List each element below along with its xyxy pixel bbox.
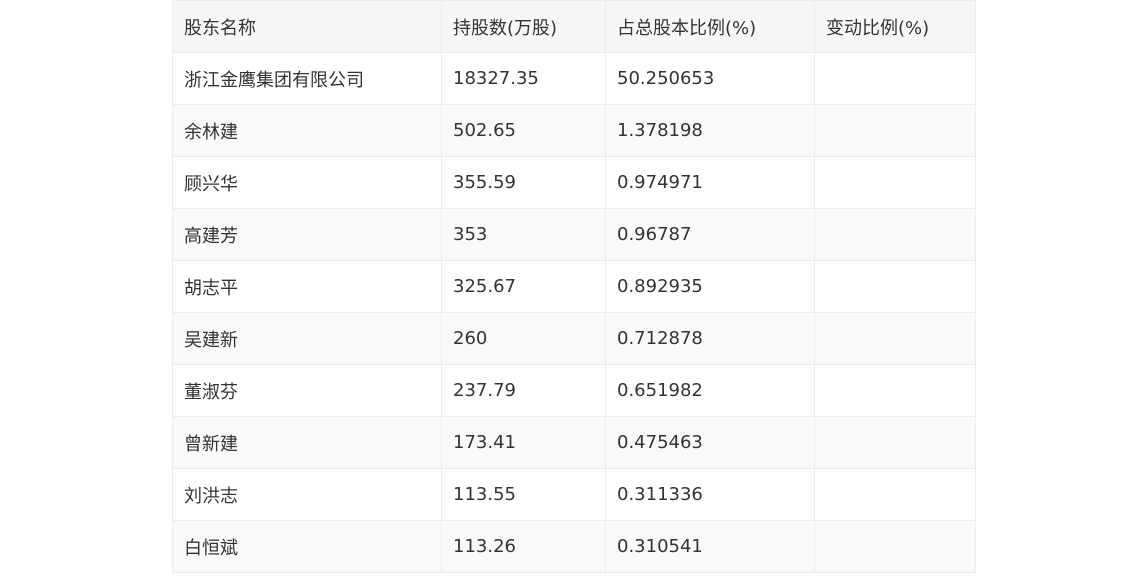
cell-share-ratio: 1.378198 [605,104,815,157]
table-body: 浙江金鹰集团有限公司 18327.35 50.250653 余林建 502.65… [172,52,976,573]
cell-shares-held: 237.79 [441,364,606,417]
cell-shares-held: 353 [441,208,606,261]
cell-shareholder-name: 曾新建 [172,416,442,469]
cell-shareholder-name: 顾兴华 [172,156,442,209]
cell-shareholder-name: 余林建 [172,104,442,157]
cell-change-ratio [814,52,976,105]
cell-shareholder-name: 浙江金鹰集团有限公司 [172,52,442,105]
cell-shares-held: 260 [441,312,606,365]
cell-shares-held: 355.59 [441,156,606,209]
table-row: 董淑芬 237.79 0.651982 [172,364,976,417]
cell-shares-held: 113.55 [441,468,606,521]
cell-change-ratio [814,156,976,209]
cell-shares-held: 502.65 [441,104,606,157]
cell-shareholder-name: 胡志平 [172,260,442,313]
table-row: 高建芳 353 0.96787 [172,208,976,261]
cell-change-ratio [814,520,976,573]
cell-share-ratio: 0.310541 [605,520,815,573]
cell-share-ratio: 0.475463 [605,416,815,469]
cell-shareholder-name: 刘洪志 [172,468,442,521]
cell-change-ratio [814,468,976,521]
cell-shares-held: 113.26 [441,520,606,573]
header-change-ratio: 变动比例(%) [814,0,976,53]
cell-shareholder-name: 吴建新 [172,312,442,365]
cell-shares-held: 173.41 [441,416,606,469]
cell-share-ratio: 0.974971 [605,156,815,209]
header-shareholder-name: 股东名称 [172,0,442,53]
table-row: 曾新建 173.41 0.475463 [172,416,976,469]
cell-share-ratio: 0.651982 [605,364,815,417]
table-row: 白恒斌 113.26 0.310541 [172,520,976,573]
cell-shares-held: 325.67 [441,260,606,313]
cell-shareholder-name: 白恒斌 [172,520,442,573]
table-row: 顾兴华 355.59 0.974971 [172,156,976,209]
cell-change-ratio [814,312,976,365]
cell-shareholder-name: 高建芳 [172,208,442,261]
cell-change-ratio [814,208,976,261]
cell-share-ratio: 50.250653 [605,52,815,105]
cell-shares-held: 18327.35 [441,52,606,105]
shareholder-table-container: 股东名称 持股数(万股) 占总股本比例(%) 变动比例(%) 浙江金鹰集团有限公… [172,0,976,573]
table-row: 刘洪志 113.55 0.311336 [172,468,976,521]
cell-share-ratio: 0.712878 [605,312,815,365]
cell-change-ratio [814,260,976,313]
table-header: 股东名称 持股数(万股) 占总股本比例(%) 变动比例(%) [172,0,976,53]
header-shares-held: 持股数(万股) [441,0,606,53]
header-share-ratio: 占总股本比例(%) [605,0,815,53]
header-row: 股东名称 持股数(万股) 占总股本比例(%) 变动比例(%) [172,0,976,53]
cell-share-ratio: 0.96787 [605,208,815,261]
cell-change-ratio [814,104,976,157]
cell-change-ratio [814,364,976,417]
table-row: 胡志平 325.67 0.892935 [172,260,976,313]
table-row: 浙江金鹰集团有限公司 18327.35 50.250653 [172,52,976,105]
shareholder-table: 股东名称 持股数(万股) 占总股本比例(%) 变动比例(%) 浙江金鹰集团有限公… [172,0,976,573]
cell-share-ratio: 0.311336 [605,468,815,521]
table-row: 吴建新 260 0.712878 [172,312,976,365]
cell-share-ratio: 0.892935 [605,260,815,313]
table-row: 余林建 502.65 1.378198 [172,104,976,157]
cell-shareholder-name: 董淑芬 [172,364,442,417]
cell-change-ratio [814,416,976,469]
